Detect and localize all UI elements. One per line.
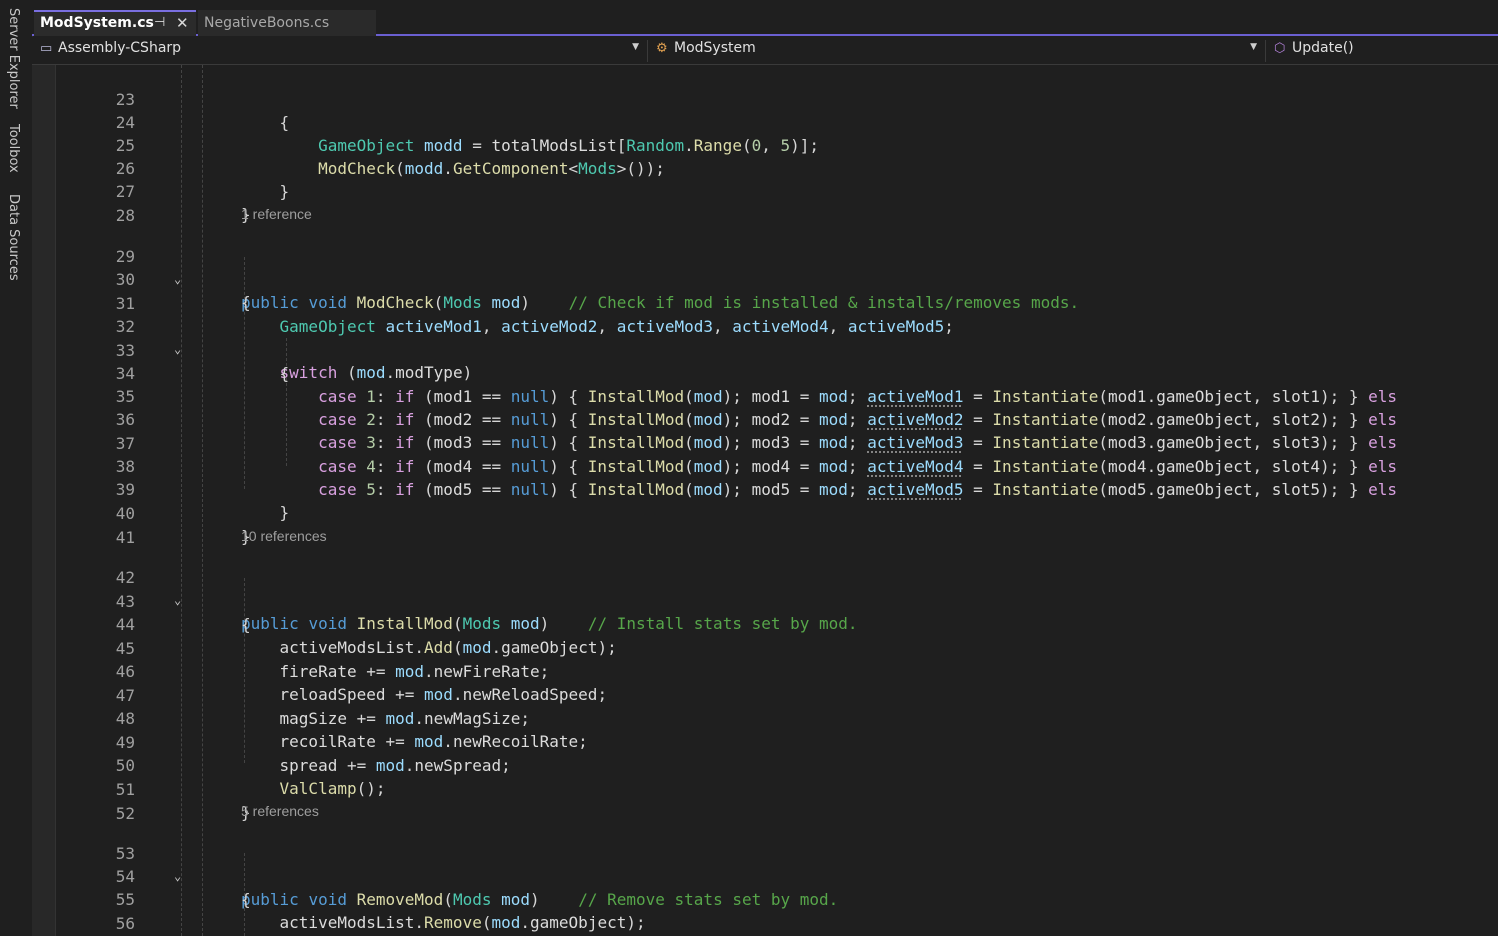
code-line: 45 fireRate += mod.newFireRate; (32, 614, 1498, 681)
code-line: 33 { (32, 316, 1498, 383)
method-icon: ⬡ (1274, 41, 1286, 56)
code-line: 29 ⌄ public void ModCheck(Mods mod) // C… (32, 222, 1498, 312)
code-line: 52 (32, 779, 1498, 823)
code-line: 55 activeModsList.Remove(mod.gameObject)… (32, 865, 1498, 932)
code-line: 26 } (32, 134, 1498, 201)
chevron-down-icon: ▼ (632, 42, 639, 52)
class-dropdown[interactable]: ⚙ ModSystem ▼ (652, 40, 1266, 62)
code-line: 51 } (32, 755, 1498, 822)
member-dropdown[interactable]: ⬡ Update() (1270, 40, 1498, 62)
code-line: 44 activeModsList.Add(mod.gameObject); (32, 590, 1498, 657)
code-line: 38 case 5: if (mod5 == null) { InstallMo… (32, 432, 1498, 499)
class-icon: ⚙ (656, 41, 668, 56)
project-label: Assembly-CSharp (58, 40, 182, 56)
code-line: 48 recoilRate += mod.newRecoilRate; (32, 684, 1498, 751)
data-sources-tab[interactable]: Data Sources (6, 194, 21, 281)
code-line: 34 case 1: if (mod1 == null) { InstallMo… (32, 339, 1498, 406)
code-line: 37 case 4: if (mod4 == null) { InstallMo… (32, 409, 1498, 476)
code-line: 56 fireRate -= mod.newFireRate; (32, 889, 1498, 933)
code-line: 35 case 2: if (mod2 == null) { InstallMo… (32, 362, 1498, 429)
code-line: 39 } (32, 455, 1498, 522)
code-line: 40 } (32, 479, 1498, 546)
code-line: 25 ModCheck(modd.GetComponent<Mods>()); (32, 111, 1498, 178)
code-line: 31 GameObject activeMod1, activeMod2, ac… (32, 269, 1498, 336)
tab-label: NegativeBoons.cs (204, 15, 330, 31)
code-line: 53 ⌄ public void RemoveMod(Mods mod) // … (32, 819, 1498, 909)
code-line: 47 magSize += mod.newMagSize; (32, 661, 1498, 728)
code-line: 27 } (32, 157, 1498, 224)
code-line: 49 spread += mod.newSpread; (32, 708, 1498, 775)
code-line: 46 reloadSpeed += mod.newReloadSpeed; (32, 637, 1498, 704)
code-line: 50 ValClamp(); (32, 731, 1498, 798)
project-dropdown[interactable]: ▭ Assembly-CSharp ▼ (36, 40, 648, 62)
code-line: 23 { (32, 65, 1498, 132)
code-line: 36 case 3: if (mod3 == null) { InstallMo… (32, 385, 1498, 452)
tool-strip: Server Explorer Toolbox Data Sources (0, 0, 33, 936)
tab-negativeboons[interactable]: NegativeBoons.cs (198, 10, 376, 36)
tab-label: ModSystem.cs (40, 15, 154, 31)
code-line: 54 { (32, 842, 1498, 909)
project-icon: ▭ (40, 41, 53, 56)
code-line: 41 (32, 503, 1498, 547)
code-line: 24 GameObject modd = totalModsList[Rando… (32, 88, 1498, 155)
code-line: 32 ⌄ switch (mod.modType) (32, 292, 1498, 382)
code-line: 57 reloadSpeed -= mod.newReloadSpeed; (32, 912, 1498, 935)
code-line: 28 (32, 181, 1498, 225)
document-tab-row: ModSystem.cs ⊣ ✕ NegativeBoons.cs (32, 0, 1498, 36)
server-explorer-tab[interactable]: Server Explorer (6, 8, 21, 109)
code-line: 43 { (32, 567, 1498, 634)
code-line: 42 ⌄ public void InstallMod(Mods mod) //… (32, 543, 1498, 633)
navigation-bar: ▭ Assembly-CSharp ▼ ⚙ ModSystem ▼ ⬡ Upda… (32, 37, 1498, 65)
pin-icon[interactable]: ⊣ (154, 15, 165, 30)
close-icon[interactable]: ✕ (176, 14, 189, 32)
code-line: 30 { (32, 245, 1498, 312)
member-label: Update() (1292, 40, 1354, 56)
chevron-down-icon: ▼ (1250, 42, 1257, 52)
toolbox-tab[interactable]: Toolbox (6, 124, 21, 173)
code-editor[interactable]: 23 { 24 GameObject modd = totalModsList[… (32, 65, 1498, 936)
tab-modsystem[interactable]: ModSystem.cs ⊣ ✕ (34, 10, 196, 36)
class-label: ModSystem (674, 40, 756, 56)
